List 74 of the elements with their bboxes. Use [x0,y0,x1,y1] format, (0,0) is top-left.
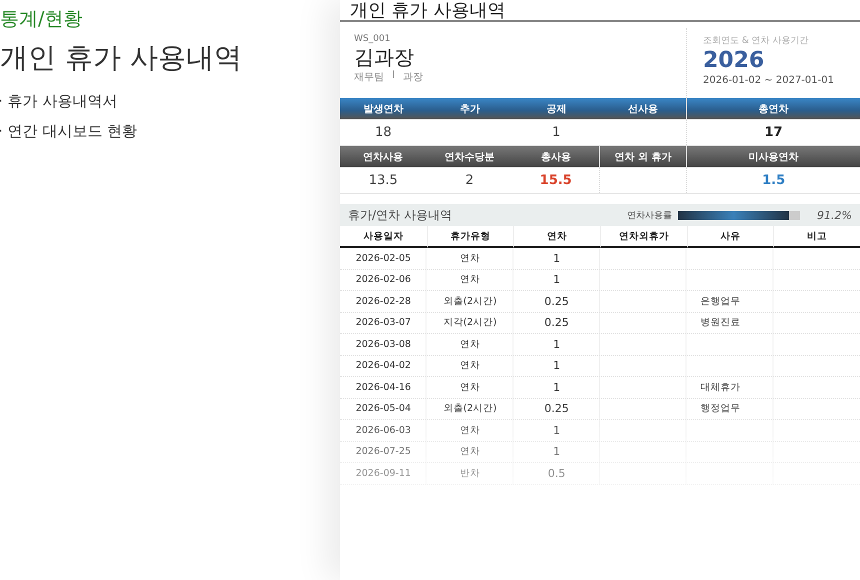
table-cell: 2026-06-03 [356,424,411,436]
period-label: 조회연도 & 연차 사용기간 [703,35,810,47]
sheet-title: 개인 휴가 사용내역 [340,0,860,22]
table-cell: 2026-04-02 [356,360,411,372]
table-cell: 2026-09-11 [356,468,411,479]
summary-header: 연차수당분 [426,146,513,167]
summary-header: 공제 [513,98,600,119]
summary-header: 미사용연차 [686,146,860,167]
table-cell: 2026-02-28 [356,296,411,307]
table-cell: 은행업무 [700,294,741,308]
table-cell: 연차 [460,273,480,286]
column-header: 사용일자 [340,226,427,248]
page-title: 개인 휴가 사용내역 [0,40,243,76]
table-cell: 외출(2시간) [443,294,497,308]
column-header: 휴가유형 [426,226,514,248]
table-cell: 외출(2시간) [443,402,497,416]
table-cell: 연차 [460,252,480,265]
employee-code: WS_001 [354,34,392,44]
summary-header: 총사용 [512,146,599,167]
category-title: 통계/현황 [0,7,84,32]
table-cell: 연차 [460,445,480,458]
summary-header: 선사용 [600,98,686,119]
section-title: 휴가/연차 사용내역 [348,206,453,224]
year-value: 2026 [703,47,766,75]
table-cell: 연차 [460,380,480,394]
column-header: 비고 [773,226,860,248]
table-cell: 반차 [460,466,480,480]
summary-header: 총연차 [686,98,860,119]
summary-total: 17 [764,125,783,140]
table-cell: 0.25 [544,294,569,308]
employee-name: 김과장 [354,44,415,70]
summary-value: 1 [552,125,560,140]
summary-header: 추가 [426,98,513,119]
table-cell: 2026-04-16 [356,382,411,393]
table-cell: 연차 [460,359,480,372]
department: 재무팀 [354,71,384,84]
table-cell: 지각(2시간) [443,316,497,330]
column-header: 연차 [513,226,600,248]
column-header: 연차외휴가 [600,226,687,248]
table-cell: 1 [553,252,560,265]
table-cell: 2026-07-25 [356,446,411,458]
usage-label: 연차사용률 [627,210,672,222]
table-cell: 1 [553,273,560,286]
period-range: 2026-01-02 ~ 2027-01-01 [703,75,835,86]
separator: l [392,70,395,83]
table-cell: 1 [553,359,560,372]
table-cell: 2026-05-04 [356,403,411,414]
summary-value: 2 [465,173,474,188]
table-cell: 1 [553,445,560,458]
summary-value: 13.5 [368,173,398,188]
summary-header: 연차 외 휴가 [598,146,686,167]
table-cell: 대체휴가 [700,380,741,394]
position: 과장 [402,71,423,84]
summary-header: 발생연차 [340,98,426,119]
table-cell: 행정업무 [700,402,741,416]
summary-value: 18 [374,125,392,140]
usage-reading: 91.2% [816,208,852,222]
table-cell: 병원진료 [700,316,741,330]
column-header: 사유 [686,226,774,248]
summary-value: 15.5 [540,173,572,188]
table-cell: 연차 [460,338,480,351]
table-cell: 1 [553,338,560,351]
table-cell: 2026-03-07 [356,317,411,328]
summary-total: 1.5 [762,173,786,188]
table-cell: 0.5 [548,466,566,480]
table-cell: 연차 [460,424,480,437]
table-cell: 2026-02-06 [356,274,411,286]
table-cell: 1 [553,380,560,394]
table-cell: 0.25 [544,402,569,416]
summary-header: 연차사용 [340,146,426,167]
table-cell: 1 [553,424,560,437]
table-cell: 2026-02-05 [356,252,411,264]
table-cell: 2026-03-08 [356,338,411,350]
table-cell: 0.25 [544,316,569,330]
